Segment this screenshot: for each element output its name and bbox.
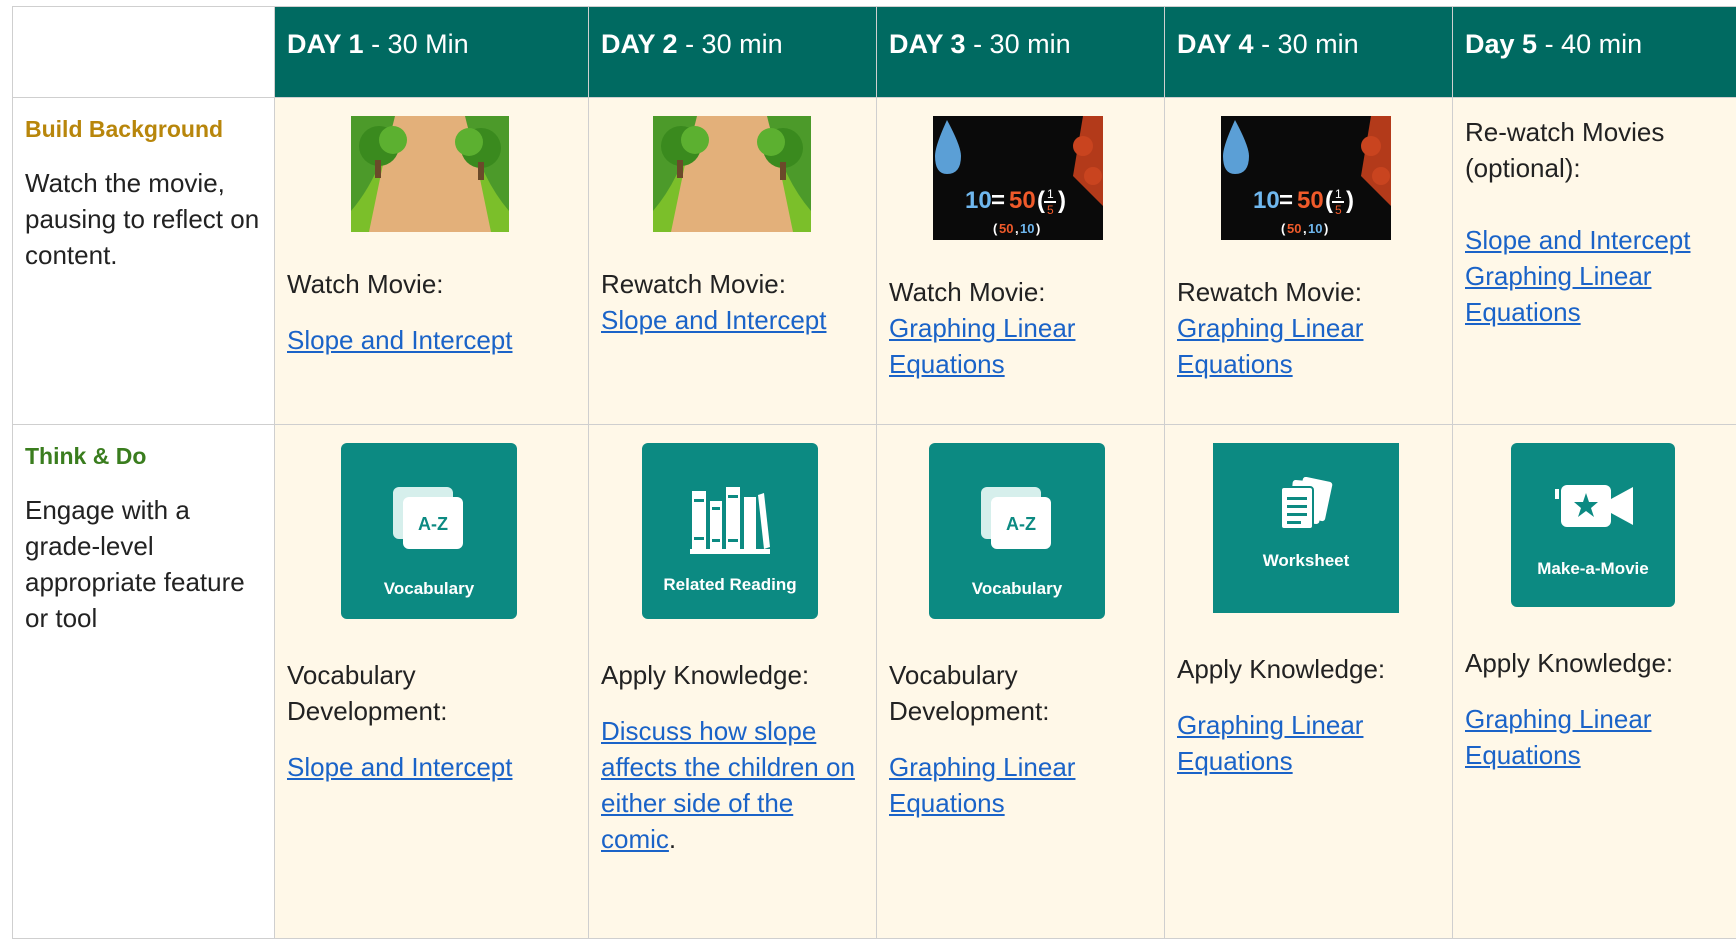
svg-text:50: 50 <box>1009 187 1036 214</box>
cell-label: Rewatch Movie: <box>601 269 786 299</box>
svg-text:(: ( <box>1037 187 1045 214</box>
flashcards-icon: A-Z <box>393 487 463 549</box>
cell-label: Watch Movie: <box>889 277 1046 307</box>
video-camera-icon <box>1555 485 1633 527</box>
row-description: Engage with a grade-level appropriate fe… <box>25 495 245 633</box>
svg-text:): ) <box>1036 221 1040 236</box>
svg-text:10: 10 <box>965 187 992 214</box>
svg-text:50: 50 <box>1287 221 1301 236</box>
tile-caption: Make-a-Movie <box>1537 559 1649 578</box>
header-day-3: DAY 3 - 30 min <box>877 7 1165 98</box>
flashcards-icon: A-Z <box>981 487 1051 549</box>
vocabulary-link-graphing-linear-equations[interactable]: Graphing Linear Equations <box>889 752 1075 818</box>
table-corner <box>13 7 275 98</box>
movie-link-graphing-linear-equations[interactable]: Graphing Linear Equations <box>1465 258 1727 330</box>
svg-text:10: 10 <box>1253 187 1280 214</box>
cell-build-day-3: 10 = 50 ( 1 5 ) ( 50 , 10 ) Watch Movie:… <box>877 98 1165 425</box>
worksheet-link-graphing-linear-equations[interactable]: Graphing Linear Equations <box>1177 710 1363 776</box>
svg-text:,: , <box>1303 221 1307 236</box>
movie-link-slope-and-intercept[interactable]: Slope and Intercept <box>601 305 827 335</box>
row-title: Build Background <box>25 116 224 142</box>
lesson-schedule-table: DAY 1 - 30 Min DAY 2 - 30 min DAY 3 - 30… <box>12 6 1736 939</box>
worksheet-icon <box>1280 477 1333 530</box>
svg-text:1: 1 <box>1047 187 1054 201</box>
tile-caption: Worksheet <box>1262 551 1350 570</box>
row-description: Watch the movie, pausing to reflect on c… <box>25 168 260 270</box>
svg-text:A-Z: A-Z <box>1006 514 1036 534</box>
header-day-5: Day 5 - 40 min <box>1453 7 1736 98</box>
cell-label: Apply Knowledge: <box>601 660 810 690</box>
tile-caption: Related Reading <box>663 575 797 594</box>
svg-text:): ) <box>1346 187 1354 214</box>
movie-link-graphing-linear-equations[interactable]: Graphing Linear Equations <box>1177 313 1363 379</box>
svg-text:(: ( <box>1281 221 1286 236</box>
cell-label: Watch Movie: <box>287 269 444 299</box>
cell-label: Apply Knowledge: <box>1177 654 1386 684</box>
cell-think-day-2: Related Reading Apply Knowledge: Discuss… <box>589 425 877 939</box>
movie-link-slope-and-intercept[interactable]: Slope and Intercept <box>287 325 513 355</box>
movie-link-graphing-linear-equations[interactable]: Graphing Linear Equations <box>1465 704 1651 770</box>
tile-caption: Vocabulary <box>383 579 475 598</box>
cell-build-day-2: Rewatch Movie: Slope and Intercept <box>589 98 877 425</box>
cell-label: Re-watch Movies (optional): <box>1465 117 1665 183</box>
svg-text:(: ( <box>993 221 998 236</box>
row-label-build-background: Build Background Watch the movie, pausin… <box>13 98 275 425</box>
movie-thumbnail-graphing[interactable]: 10 = 50 ( 1 5 ) ( 50 , 10 ) <box>933 116 1103 240</box>
svg-text:(: ( <box>1325 187 1333 214</box>
discussion-link[interactable]: Discuss how slope affects the children o… <box>601 716 855 854</box>
make-a-movie-tile[interactable]: Make-a-Movie <box>1511 443 1675 607</box>
vocabulary-tile[interactable]: A-Z Vocabulary <box>929 443 1105 619</box>
svg-text:=: = <box>1279 187 1293 214</box>
cell-build-day-5: Re-watch Movies (optional): Slope and In… <box>1453 98 1736 425</box>
cell-think-day-4: Worksheet Apply Knowledge: Graphing Line… <box>1165 425 1453 939</box>
cell-think-day-1: A-Z Vocabulary Vocabulary Development: S… <box>275 425 589 939</box>
header-day-2: DAY 2 - 30 min <box>589 7 877 98</box>
svg-text:): ) <box>1324 221 1328 236</box>
cell-label: Vocabulary Development: <box>889 660 1050 726</box>
svg-text:50: 50 <box>1297 187 1324 214</box>
vocabulary-link-slope-and-intercept[interactable]: Slope and Intercept <box>287 752 513 782</box>
cell-think-day-3: A-Z Vocabulary Vocabulary Development: G… <box>877 425 1165 939</box>
cell-think-day-5: Make-a-Movie Apply Knowledge: Graphing L… <box>1453 425 1736 939</box>
movie-link-slope-and-intercept[interactable]: Slope and Intercept <box>1465 222 1727 258</box>
svg-text:50: 50 <box>999 221 1013 236</box>
svg-text:=: = <box>991 187 1005 214</box>
svg-text:5: 5 <box>1335 203 1342 217</box>
svg-text:,: , <box>1015 221 1019 236</box>
svg-text:10: 10 <box>1308 221 1322 236</box>
row-title: Think & Do <box>25 443 147 469</box>
svg-text:1: 1 <box>1335 187 1342 201</box>
movie-thumbnail-slope[interactable] <box>351 116 509 232</box>
svg-text:5: 5 <box>1047 203 1054 217</box>
link-suffix: . <box>668 824 677 854</box>
movie-thumbnail-graphing[interactable]: 10 = 50 ( 1 5 ) ( 50 , 10 ) <box>1221 116 1391 240</box>
cell-label: Rewatch Movie: <box>1177 277 1362 307</box>
header-day-4: DAY 4 - 30 min <box>1165 7 1453 98</box>
related-reading-tile[interactable]: Related Reading <box>642 443 818 619</box>
cell-label: Apply Knowledge: <box>1465 648 1674 678</box>
cell-build-day-1: Watch Movie: Slope and Intercept <box>275 98 589 425</box>
worksheet-tile[interactable]: Worksheet <box>1213 443 1399 613</box>
movie-thumbnail-slope[interactable] <box>653 116 811 232</box>
books-icon <box>690 487 770 554</box>
svg-text:A-Z: A-Z <box>418 514 448 534</box>
svg-text:): ) <box>1058 187 1066 214</box>
vocabulary-tile[interactable]: A-Z Vocabulary <box>341 443 517 619</box>
cell-label: Vocabulary Development: <box>287 660 448 726</box>
tile-caption: Vocabulary <box>971 579 1063 598</box>
row-label-think-and-do: Think & Do Engage with a grade-level app… <box>13 425 275 939</box>
header-day-1: DAY 1 - 30 Min <box>275 7 589 98</box>
movie-link-graphing-linear-equations[interactable]: Graphing Linear Equations <box>889 313 1075 379</box>
cell-build-day-4: 10 = 50 ( 1 5 ) ( 50 , 10 ) Rewatch Movi… <box>1165 98 1453 425</box>
svg-text:10: 10 <box>1020 221 1034 236</box>
